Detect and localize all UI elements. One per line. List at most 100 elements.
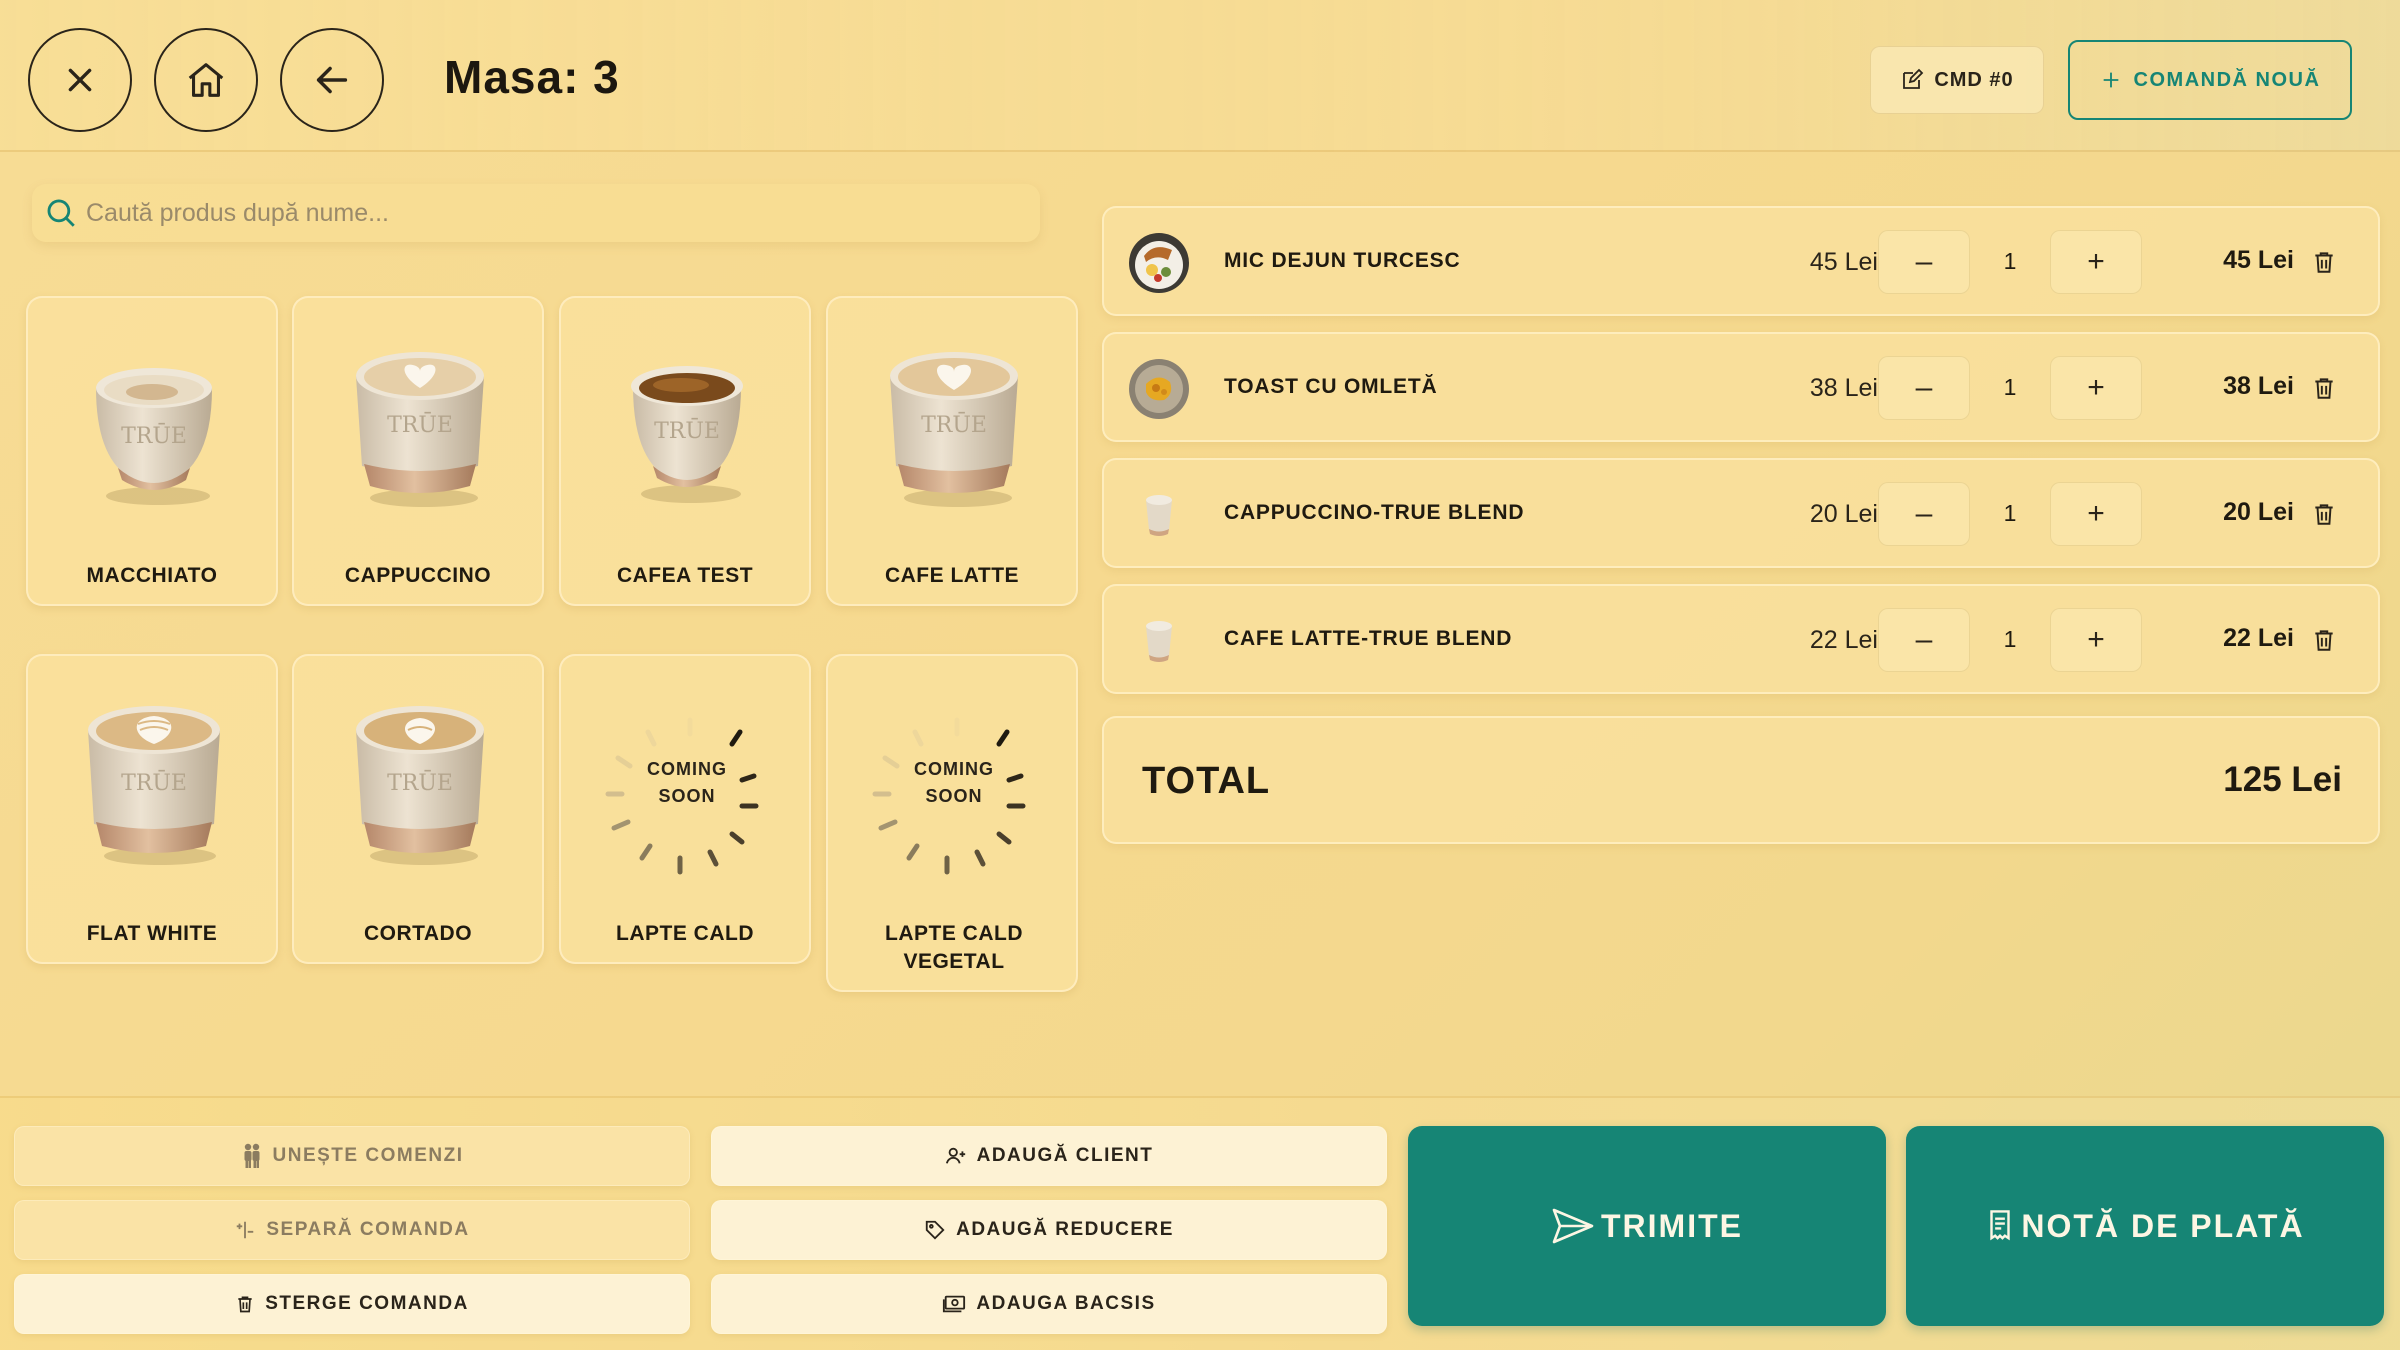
order-item-row: CAPPUCCINO-TRUE BLEND 20 Lei – 1 + 20 Le… bbox=[1102, 458, 2380, 568]
order-item-quantity: 1 bbox=[2003, 374, 2017, 400]
decrease-quantity-button[interactable]: – bbox=[1878, 482, 1970, 546]
trash-icon bbox=[2315, 378, 2333, 399]
order-item-total: 20 Lei bbox=[2223, 498, 2294, 526]
receipt-icon bbox=[1990, 1210, 2011, 1241]
product-card-lapte-cald-vegetal[interactable]: COMING SOON LAPTE CALD VEGETAL bbox=[826, 654, 1078, 992]
macchiato-cup-image: TRŪE bbox=[96, 368, 212, 505]
order-item-row: TOAST CU OMLETĂ 38 Lei – 1 + 38 Lei bbox=[1102, 332, 2380, 442]
user-plus-icon bbox=[945, 1147, 965, 1164]
increase-quantity-button[interactable]: + bbox=[2050, 356, 2142, 420]
coming-soon-placeholder: COMING SOON bbox=[859, 696, 1049, 886]
product-card-cafea-test[interactable]: TRŪE CAFEA TEST bbox=[559, 296, 811, 606]
remove-item-button[interactable] bbox=[2306, 244, 2342, 280]
total-value: 125 Lei bbox=[2223, 760, 2342, 799]
product-name: CAPPUCCINO bbox=[344, 564, 492, 587]
product-card-flat-white[interactable]: TRŪE FLAT WHITE bbox=[26, 654, 278, 964]
back-button[interactable] bbox=[280, 28, 384, 132]
order-item-quantity: 1 bbox=[2003, 500, 2017, 526]
product-name: CORTADO bbox=[363, 922, 473, 945]
increase-quantity-button[interactable]: + bbox=[2050, 482, 2142, 546]
product-name: CAFEA TEST bbox=[616, 564, 754, 587]
add-client-label: ADAUGĂ CLIENT bbox=[976, 1145, 1154, 1166]
product-name: LAPTE CALD bbox=[616, 922, 754, 945]
page-title: Masa: 3 bbox=[444, 51, 620, 103]
decrease-quantity-button[interactable]: – bbox=[1878, 356, 1970, 420]
coming-soon-text: COMING SOON bbox=[647, 759, 727, 806]
send-icon bbox=[1552, 1208, 1594, 1244]
cup-brand-text: TRŪE bbox=[121, 422, 187, 449]
close-button[interactable] bbox=[28, 28, 132, 132]
split-order-label: SEPARĂ COMANDA bbox=[266, 1219, 470, 1240]
product-card-macchiato[interactable]: TRŪE MACCHIATO bbox=[26, 296, 278, 606]
arrow-left-icon bbox=[316, 66, 348, 94]
decrease-quantity-button[interactable]: – bbox=[1878, 608, 1970, 672]
add-tip-button[interactable]: ADAUGA BACSIS bbox=[711, 1274, 1387, 1334]
product-card-cortado[interactable]: TRŪE CORTADO bbox=[292, 654, 544, 964]
product-card-cappuccino[interactable]: TRŪE CAPPUCCINO bbox=[292, 296, 544, 606]
order-item-name: MIC DEJUN TURCESC bbox=[1224, 249, 1461, 272]
coming-soon-placeholder: COMING SOON bbox=[592, 696, 782, 886]
remove-item-button[interactable] bbox=[2306, 496, 2342, 532]
mic-dejun-thumbnail bbox=[1129, 233, 1189, 293]
cafe-latte-thumbnail bbox=[1146, 621, 1172, 662]
order-number-label: CMD #0 bbox=[1934, 68, 2014, 91]
split-order-button[interactable]: SEPARĂ COMANDA bbox=[14, 1200, 690, 1260]
remove-item-button[interactable] bbox=[2306, 622, 2342, 658]
home-icon bbox=[188, 63, 224, 97]
product-name: FLAT WHITE bbox=[86, 922, 218, 945]
product-name: LAPTE CALD VEGETAL bbox=[885, 922, 1023, 973]
cup-brand-text: TRŪE bbox=[121, 769, 187, 796]
merge-orders-button[interactable]: UNEȘTE COMENZI bbox=[14, 1126, 690, 1186]
order-item-quantity: 1 bbox=[2003, 248, 2017, 274]
add-discount-button[interactable]: ADAUGĂ REDUCERE bbox=[711, 1200, 1387, 1260]
trash-icon bbox=[238, 1296, 252, 1313]
bill-button[interactable]: NOTĂ DE PLATĂ bbox=[1906, 1126, 2384, 1326]
latte-cup-image: TRŪE bbox=[890, 352, 1018, 507]
cup-brand-text: TRŪE bbox=[921, 411, 987, 438]
split-icon bbox=[237, 1221, 254, 1239]
cash-icon bbox=[943, 1295, 966, 1313]
total-label: TOTAL bbox=[1142, 760, 1271, 802]
order-item-unit-price: 45 Lei bbox=[1809, 248, 1878, 276]
product-card-lapte-cald[interactable]: COMING SOON LAPTE CALD bbox=[559, 654, 811, 964]
delete-order-button[interactable]: STERGE COMANDA bbox=[14, 1274, 690, 1334]
add-client-button[interactable]: ADAUGĂ CLIENT bbox=[711, 1126, 1387, 1186]
product-card-cafe-latte[interactable]: TRŪE CAFE LATTE bbox=[826, 296, 1078, 606]
delete-order-label: STERGE COMANDA bbox=[265, 1293, 469, 1314]
search-bar bbox=[32, 184, 1040, 242]
order-item-total: 22 Lei bbox=[2223, 624, 2294, 652]
plus-icon bbox=[2103, 72, 2118, 88]
flat-white-cup-image: TRŪE bbox=[88, 706, 220, 865]
remove-item-button[interactable] bbox=[2306, 370, 2342, 406]
trash-icon bbox=[2315, 252, 2333, 273]
increase-quantity-button[interactable]: + bbox=[2050, 608, 2142, 672]
search-icon bbox=[47, 199, 75, 227]
edit-icon bbox=[1903, 68, 1924, 89]
order-item-unit-price: 20 Lei bbox=[1809, 500, 1878, 528]
order-item-unit-price: 22 Lei bbox=[1809, 626, 1878, 654]
decrease-quantity-button[interactable]: – bbox=[1878, 230, 1970, 294]
cup-brand-text: TRŪE bbox=[387, 769, 453, 796]
add-tip-label: ADAUGA BACSIS bbox=[976, 1293, 1156, 1314]
order-total-row: TOTAL 125 Lei bbox=[1102, 716, 2380, 844]
cup-brand-text: TRŪE bbox=[387, 411, 453, 438]
search-input[interactable] bbox=[86, 198, 986, 228]
tag-icon bbox=[925, 1220, 945, 1240]
new-order-button[interactable]: COMANDĂ NOUĂ bbox=[2068, 40, 2352, 120]
order-number-button[interactable]: CMD #0 bbox=[1870, 46, 2044, 114]
cappuccino-thumbnail bbox=[1146, 495, 1172, 536]
order-item-name: CAFE LATTE-TRUE BLEND bbox=[1224, 627, 1513, 650]
cortado-cup-image: TRŪE bbox=[356, 706, 484, 865]
order-item-row: MIC DEJUN TURCESC 45 Lei – 1 + 45 Lei bbox=[1102, 206, 2380, 316]
cup-brand-text: TRŪE bbox=[654, 417, 720, 444]
order-item-unit-price: 38 Lei bbox=[1809, 374, 1878, 402]
product-name: CAFE LATTE bbox=[884, 564, 1020, 587]
coming-soon-text: COMING SOON bbox=[914, 759, 994, 806]
order-item-name: TOAST CU OMLETĂ bbox=[1224, 375, 1438, 398]
increase-quantity-button[interactable]: + bbox=[2050, 230, 2142, 294]
order-item-total: 38 Lei bbox=[2223, 372, 2294, 400]
new-order-label: COMANDĂ NOUĂ bbox=[2133, 68, 2321, 91]
toast-omleta-thumbnail bbox=[1129, 359, 1189, 419]
home-button[interactable] bbox=[154, 28, 258, 132]
send-order-button[interactable]: TRIMITE bbox=[1408, 1126, 1886, 1326]
